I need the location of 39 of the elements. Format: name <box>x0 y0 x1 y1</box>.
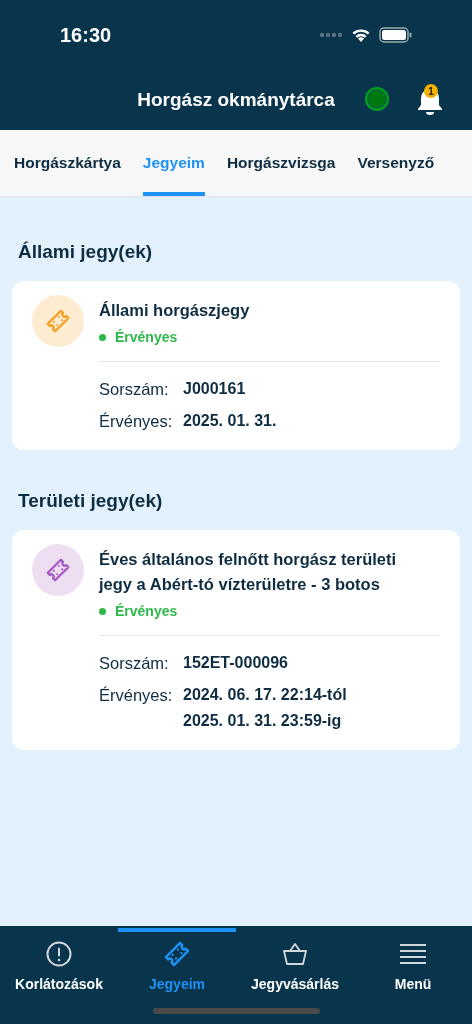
ticket-name: Állami horgászjegy <box>99 300 251 321</box>
menu-icon <box>399 943 427 965</box>
battery-icon <box>379 27 412 43</box>
field-label: Érvényes: <box>99 685 174 706</box>
section-title: Állami jegy(ek) <box>17 240 154 264</box>
status-text: Érvényes <box>115 329 178 345</box>
nav-item[interactable]: Jegyvásárlás <box>236 926 354 998</box>
wifi-icon <box>351 27 371 43</box>
field-value: 2025. 01. 31. 23:59-ig <box>183 711 343 731</box>
notification-badge: 1 <box>424 84 438 98</box>
tab[interactable]: Versenyző <box>357 130 435 196</box>
ticket-icon <box>44 307 72 335</box>
section-title: Területi jegy(ek) <box>17 489 164 513</box>
clock-time: 16:30 <box>60 23 112 47</box>
ticket-card[interactable]: Állami horgászjegy Érvényes Sorszám: J000161 Érvényes: 2025. 01. 31. <box>12 281 460 450</box>
app-title: Horgász okmánytárca <box>137 89 335 111</box>
nav-item[interactable]: Jegyeim <box>118 926 236 998</box>
nav-item[interactable]: Menü <box>354 926 472 998</box>
ticket-icon <box>162 939 192 969</box>
nav-item[interactable]: Korlátozások <box>0 926 118 998</box>
warning-icon <box>45 940 73 968</box>
field-value: 152ET-000096 <box>183 653 288 673</box>
field-label: Sorszám: <box>99 653 170 674</box>
ticket-icon <box>44 556 72 584</box>
tab[interactable]: Horgászkártya <box>14 130 121 196</box>
status-text: Érvényes <box>115 603 178 619</box>
status-dot-icon <box>99 333 106 341</box>
basket-icon <box>281 941 309 967</box>
ticket-name: Éves általános felnőtt horgász területi jegy a Abért-tó vízterületre - 3 botos <box>99 549 398 595</box>
ticket-card[interactable]: Éves általános felnőtt horgász területi jegy a Abért-tó vízterületre - 3 botos Érvényes Sorszám: 152ET-000096 Érvényes: 2024. 06. 17. 22:14-tól 2025. 01. 31. 23:59-ig <box>12 530 460 750</box>
status-dot-icon <box>99 607 106 615</box>
field-label: Érvényes: <box>99 411 174 432</box>
signal-icon <box>319 32 343 38</box>
field-label: Sorszám: <box>99 379 170 400</box>
field-value: J000161 <box>183 379 246 399</box>
status-indicator-icon <box>365 87 389 111</box>
tab[interactable]: Horgászvizsga <box>226 130 336 196</box>
field-value: 2024. 06. 17. 22:14-tól <box>183 685 347 705</box>
field-value: 2025. 01. 31. <box>183 411 277 431</box>
